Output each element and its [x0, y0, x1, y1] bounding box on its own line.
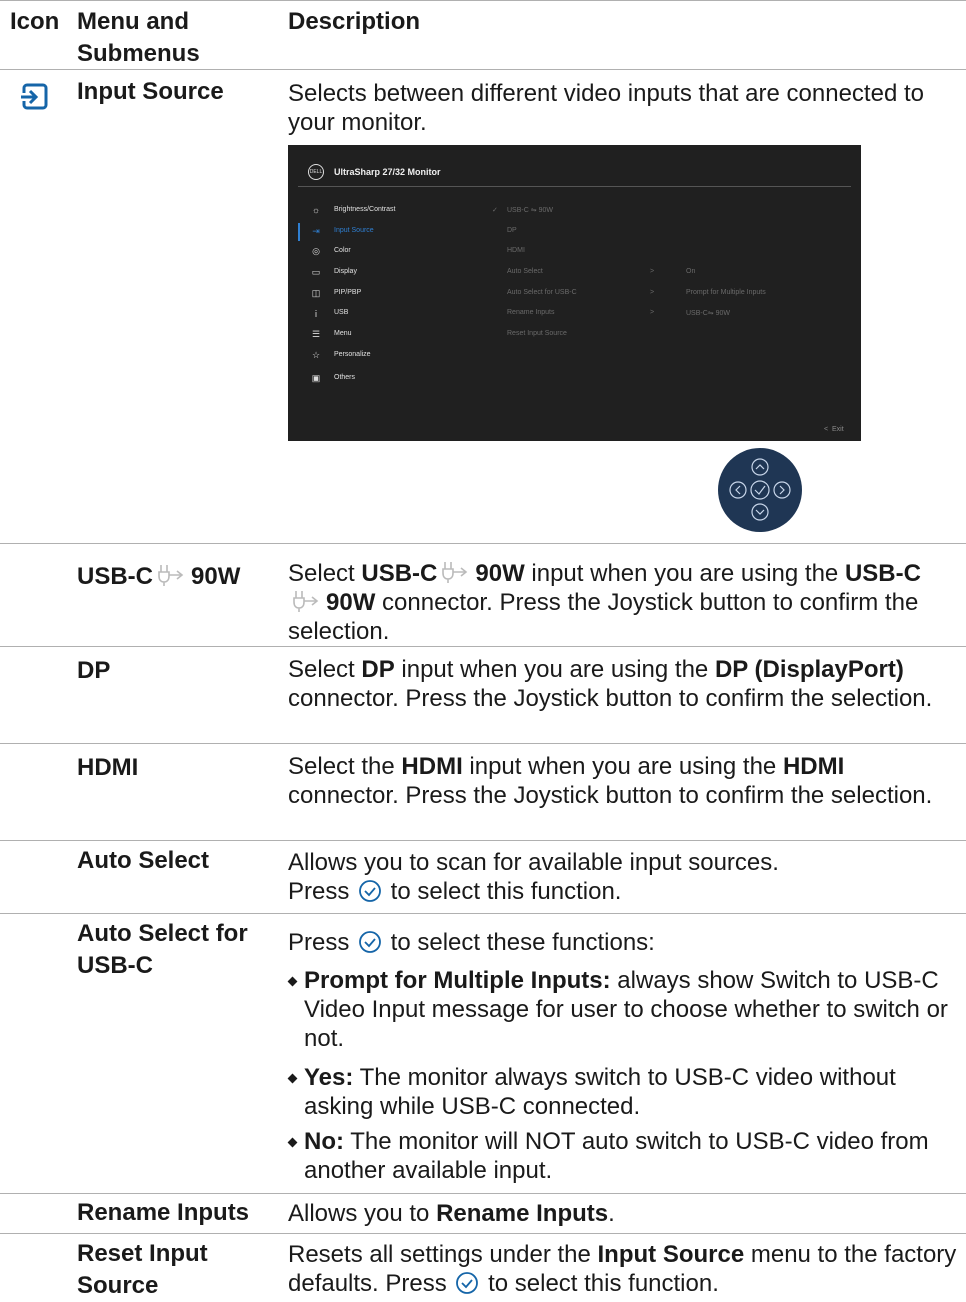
- osd-sub-rename: Rename Inputs: [507, 309, 555, 316]
- header-icon: Icon: [10, 8, 60, 35]
- display-icon: ▭: [311, 267, 321, 277]
- chevron-right-icon: >: [650, 268, 655, 275]
- osd-sub-usbc: USB-C ⇋ 90W: [507, 207, 553, 214]
- osd-title: UltraSharp 27/32 Monitor: [334, 167, 441, 177]
- osd-menu-color: Color: [334, 247, 351, 254]
- header-menu: Menu and Submenus: [77, 8, 200, 67]
- power-delivery-icon: ⇋: [530, 207, 537, 214]
- personalize-icon: ☆: [311, 350, 321, 360]
- osd-screenshot: DELL UltraSharp 27/32 Monitor ☼ Brightne…: [288, 145, 861, 441]
- table-top-rule: [0, 0, 966, 1]
- desc-input-source: Selects between different video inputs t…: [288, 80, 924, 136]
- usb-icon: ⅰ: [314, 309, 318, 319]
- header-description: Description: [288, 8, 421, 35]
- desc-hdmi: Select the HDMI input when you are using…: [288, 753, 933, 809]
- joystick-icon: [718, 448, 802, 532]
- row-rule: [0, 646, 966, 647]
- desc-rename: Allows you to Rename Inputs.: [288, 1200, 615, 1227]
- desc-reset: Resets all settings under the Input Sour…: [288, 1241, 957, 1297]
- joystick-press-icon: [359, 880, 381, 902]
- bullet-yes: Yes: The monitor always switch to USB-C …: [287, 1063, 958, 1121]
- osd-menu-pip: PIP/PBP: [334, 289, 362, 296]
- row-rule: [0, 543, 966, 544]
- row-rule: [0, 913, 966, 914]
- input-source-icon: ⇥: [312, 226, 320, 236]
- menu-auto-select: Auto Select: [77, 847, 210, 874]
- bullet-icon: [287, 976, 298, 987]
- brightness-icon: ☼: [311, 205, 321, 215]
- osd-menu-brightness: Brightness/Contrast: [334, 206, 396, 213]
- osd-menu-menu: Menu: [334, 330, 352, 337]
- menu-icon: ☰: [311, 329, 321, 339]
- chevron-left-icon: <: [824, 426, 829, 433]
- dell-logo: DELL: [308, 164, 324, 180]
- desc-dp: Select DP input when you are using the D…: [288, 656, 933, 712]
- header-rule: [0, 69, 966, 70]
- desc-auto-usbc-intro: Press to select these functions:: [288, 929, 655, 956]
- osd-sub-hdmi: HDMI: [507, 247, 525, 254]
- row-rule: [0, 1193, 966, 1194]
- osd-exit: < Exit: [824, 426, 844, 433]
- menu-usbc: USB-C 90W: [77, 563, 241, 590]
- osd-sub-dp: DP: [507, 227, 517, 234]
- input-source-icon: [20, 83, 48, 110]
- menu-reset: Reset Input Source: [77, 1240, 208, 1299]
- bullet-no: No: The monitor will NOT auto switch to …: [287, 1127, 958, 1185]
- osd-val-rename: USB-C⇋ 90W: [686, 310, 731, 317]
- osd-val-auto-select: On: [686, 268, 696, 275]
- others-icon: ▣: [311, 373, 321, 383]
- menu-auto-usbc: Auto Select for USB-C: [77, 920, 248, 979]
- desc-auto-select: Allows you to scan for available input s…: [288, 849, 779, 905]
- osd-sub-auto-select: Auto Select: [507, 268, 543, 275]
- chevron-right-icon: >: [650, 289, 655, 296]
- desc-usbc: Select USB-C 90W input when you are using…: [288, 560, 921, 645]
- bullet-icon: [287, 1073, 298, 1084]
- menu-input-source: Input Source: [77, 78, 224, 105]
- osd-menu-usb: USB: [334, 309, 349, 316]
- row-rule: [0, 1233, 966, 1234]
- joystick-press-icon: [456, 1272, 479, 1294]
- power-delivery-icon: [293, 591, 319, 612]
- osd-divider: [298, 186, 851, 187]
- row-rule: [0, 840, 966, 841]
- color-icon: ◎: [312, 246, 320, 256]
- row-rule: [0, 743, 966, 744]
- joystick-press-icon: [359, 931, 381, 953]
- osd-menu-input-source: Input Source: [334, 227, 374, 234]
- chevron-right-icon: >: [650, 309, 655, 316]
- power-delivery-icon: [158, 565, 184, 586]
- osd-menu-personalize: Personalize: [334, 351, 371, 358]
- power-delivery-icon: ⇋: [707, 310, 714, 317]
- menu-dp: DP: [77, 657, 111, 684]
- osd-sub-auto-usbc: Auto Select for USB-C: [507, 289, 577, 296]
- osd-menu-display: Display: [334, 268, 357, 275]
- osd-selection-bar: [298, 223, 300, 241]
- bullet-icon: [287, 1137, 298, 1148]
- osd-sub-reset: Reset Input Source: [507, 330, 567, 337]
- osd-check-icon: ✓: [492, 207, 498, 214]
- menu-rename: Rename Inputs: [77, 1199, 250, 1226]
- power-delivery-icon: [442, 562, 468, 583]
- pip-pbp-icon: ◫: [311, 288, 321, 298]
- bullet-prompt: Prompt for Multiple Inputs: always show …: [287, 966, 958, 1053]
- osd-menu-others: Others: [334, 374, 356, 381]
- osd-val-auto-usbc: Prompt for Multiple Inputs: [686, 289, 766, 296]
- menu-hdmi: HDMI: [77, 754, 139, 781]
